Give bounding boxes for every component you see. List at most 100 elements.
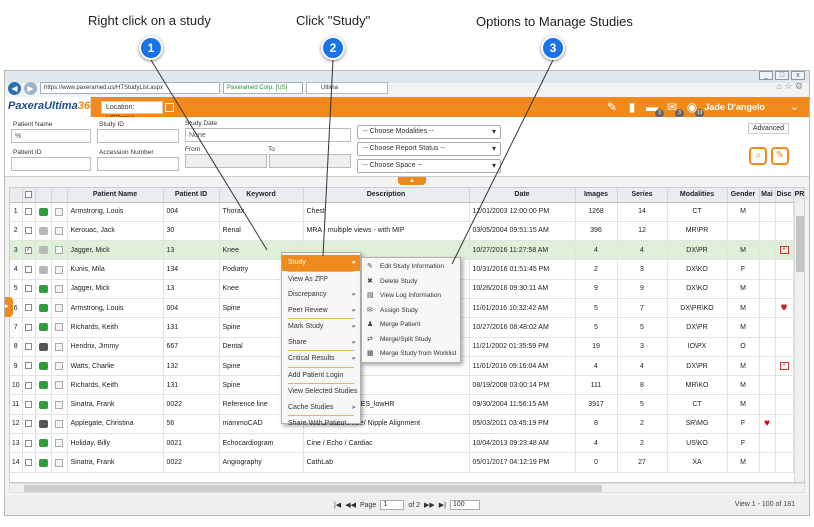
submenu-item-edit-study-information[interactable]: ✎ Edit Study Information: [362, 260, 460, 275]
column-header[interactable]: Gender: [727, 188, 760, 203]
submenu-item-merge-split-study[interactable]: ⇄ Merge/Split Study: [362, 333, 460, 348]
submenu-item-delete-study[interactable]: ✖ Delete Study: [362, 275, 460, 290]
column-header[interactable]: Mai: [759, 188, 776, 203]
page-size-select[interactable]: 100: [450, 500, 480, 510]
minimize-icon[interactable]: _: [759, 71, 773, 80]
row-checkbox[interactable]: [25, 343, 32, 351]
collapse-filter-icon[interactable]: ▲: [398, 177, 426, 185]
column-header[interactable]: Modalities: [667, 188, 728, 203]
row-checkbox[interactable]: [25, 458, 32, 466]
menu-item-share-with-patient[interactable]: Share With Patient: [282, 416, 360, 432]
menu-item-share[interactable]: Share: [282, 335, 360, 351]
vertical-scrollbar[interactable]: [794, 202, 804, 482]
prev-page-icon[interactable]: ◀◀: [345, 501, 356, 509]
select-all-checkbox[interactable]: [25, 191, 32, 199]
table-row[interactable]: 10 Richards, Keith 131 Spine 08/19/2008 03:0…: [10, 375, 804, 396]
discrepancy-icon[interactable]: +: [779, 362, 789, 371]
advanced-toggle[interactable]: Advanced: [747, 123, 789, 134]
column-header[interactable]: Date: [469, 188, 576, 203]
table-row[interactable]: 11Sinatra, Frank0022Reference lineONARY_…: [10, 394, 804, 415]
row-checkbox[interactable]: [25, 227, 32, 235]
first-page-icon[interactable]: |◀: [334, 501, 341, 509]
url-bar[interactable]: https://www.paxeramed.us/HTStudyList.asp…: [40, 82, 220, 94]
chart-icon[interactable]: ▮: [625, 100, 639, 114]
column-header[interactable]: [51, 188, 68, 203]
forward-icon[interactable]: ▶: [24, 81, 37, 95]
location-select[interactable]: Location: USDemo: [101, 100, 163, 122]
page-input[interactable]: 1: [380, 500, 405, 510]
search-icon[interactable]: ⌕: [749, 147, 767, 165]
clear-icon[interactable]: ✎: [771, 147, 789, 165]
table-row[interactable]: 2 Kerouac, Jack 30 Renal MRA - multiple view…: [10, 221, 804, 242]
row-checkbox[interactable]: [25, 304, 32, 312]
study-id-input[interactable]: [97, 129, 179, 143]
discrepancy-icon[interactable]: +: [779, 246, 789, 255]
horizontal-scrollbar[interactable]: [9, 483, 805, 493]
column-header[interactable]: Keyword: [219, 188, 304, 203]
row-checkbox[interactable]: [25, 400, 32, 408]
submenu-item-merge-patient[interactable]: ♟ Merge Patient: [362, 318, 460, 333]
menu-item-critical-results[interactable]: Critical Results: [282, 351, 360, 367]
study-date: 10/04/2013 09:23:48 AM: [469, 433, 576, 454]
submenu-item-assign-study[interactable]: ✉ Assign Study: [362, 304, 460, 319]
patient-name-input[interactable]: %: [11, 129, 91, 143]
menu-item-mark-study[interactable]: Mark Study: [282, 319, 360, 335]
to-date-input[interactable]: [269, 154, 351, 168]
shield-icon[interactable]: ⛊: [781, 303, 787, 312]
report-status-select[interactable]: -- Choose Report Status --: [357, 142, 501, 156]
row-checkbox[interactable]: [25, 265, 32, 273]
menu-item-view-as-zfp[interactable]: View As ZFP: [282, 272, 360, 288]
study-date-select[interactable]: None: [185, 128, 351, 142]
menu-item-view-selected-studies[interactable]: View Selected Studies: [282, 384, 360, 400]
last-page-icon[interactable]: ▶|: [439, 501, 446, 509]
modalities-select[interactable]: -- Choose Modalities --: [357, 125, 501, 139]
back-icon[interactable]: ◀: [8, 81, 21, 95]
row-checkbox[interactable]: [25, 420, 32, 428]
row-checkbox[interactable]: [25, 323, 32, 331]
table-row[interactable]: 12 Applegate, Christina 56 mammoCAD FROC/ Au…: [10, 414, 804, 435]
row-checkbox[interactable]: [25, 439, 32, 447]
row-checkbox[interactable]: [25, 207, 32, 215]
row-checkbox[interactable]: [25, 285, 32, 293]
table-row[interactable]: 13 Holiday, Billy 0021 Echocardiogram Cine /…: [10, 433, 804, 454]
chevron-down-icon[interactable]: ⌄: [790, 100, 799, 113]
column-header[interactable]: PR: [793, 188, 804, 203]
browser-home-icons[interactable]: ⌂ ☆ ⚙: [776, 81, 803, 92]
alert-icon[interactable]: ◉ 19: [685, 100, 704, 118]
column-header[interactable]: Images: [575, 188, 618, 203]
menu-item-peer-review[interactable]: Peer Review: [282, 303, 360, 319]
column-header[interactable]: Series: [617, 188, 668, 203]
maximize-icon[interactable]: □: [775, 71, 789, 80]
submenu-item-view-log-information[interactable]: ▤ View Log Information: [362, 289, 460, 304]
accession-input[interactable]: [97, 157, 179, 171]
next-page-icon[interactable]: ▶▶: [424, 501, 435, 509]
row-checkbox[interactable]: ✓: [25, 246, 32, 254]
column-header[interactable]: [35, 188, 52, 203]
browser-tab[interactable]: Ultima: [306, 82, 388, 94]
column-header[interactable]: Disc: [775, 188, 794, 203]
column-header[interactable]: Patient Name: [67, 188, 164, 203]
column-header[interactable]: Patient ID: [163, 188, 220, 203]
column-header[interactable]: Description: [303, 188, 470, 203]
user-name[interactable]: Jade D'angelo: [704, 102, 765, 112]
report-icon[interactable]: ✎: [605, 100, 619, 114]
table-row[interactable]: 14 Sinatra, Frank 0022 Angiography CathLab 05…: [10, 452, 804, 473]
menu-item-study[interactable]: Study: [282, 255, 360, 271]
close-icon[interactable]: x: [791, 71, 805, 80]
menu-item-discrepancy[interactable]: Discrepancy: [282, 287, 360, 303]
menu-item-cache-studies[interactable]: Cache Studies: [282, 400, 360, 416]
side-panel-toggle[interactable]: ▸: [5, 297, 13, 317]
column-header[interactable]: [10, 188, 23, 203]
location-dropdown-icon[interactable]: [165, 102, 174, 112]
from-date-input[interactable]: [185, 154, 267, 168]
table-row[interactable]: 1 Armstrong, Louis 004 Thorax Chest 12/01/200…: [10, 202, 804, 222]
row-checkbox[interactable]: [25, 381, 32, 389]
folder-icon[interactable]: ▬ 3: [645, 100, 664, 118]
patient-id-input[interactable]: [11, 157, 91, 171]
column-header[interactable]: [22, 188, 36, 203]
mail-icon[interactable]: ✉ 3: [665, 100, 684, 118]
row-checkbox[interactable]: [25, 362, 32, 370]
space-select[interactable]: -- Choose Space --: [357, 159, 501, 173]
submenu-item-merge-study-from-worklist[interactable]: ▦ Merge Study from Worklist: [362, 347, 460, 362]
menu-item-add-patient-login[interactable]: Add Patient Login: [282, 368, 360, 384]
